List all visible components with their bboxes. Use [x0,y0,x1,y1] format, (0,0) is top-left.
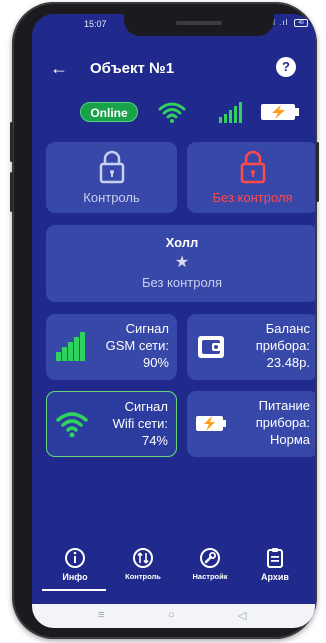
active-tab-indicator [42,589,106,591]
arm-control-label: Контроль [83,190,140,205]
nav-settings[interactable]: Настройк [179,547,241,595]
balance-line2: прибора: [255,338,310,353]
volume-button [10,122,13,162]
system-navigation-bar: ≡ ○ ◁ [32,604,315,628]
signal-bars-icon [56,332,85,361]
wifi-value: 74% [141,433,168,448]
power-line1: Питание [258,398,310,413]
disarm-control-label: Без контроля [212,190,293,205]
bottom-nav: Инфо Контроль Настройк Архив [32,539,315,601]
phone-frame: 15:07 Sil .ıl 40 ← Объект №1 ? Online Ко… [10,2,319,639]
zone-name: Холл [165,235,199,250]
arrows-cycle-icon [133,548,153,568]
battery-charging-icon [196,416,226,431]
gsm-line1: Сигнал [125,321,169,336]
nav-settings-label: Настройк [192,572,228,581]
menu-icon[interactable]: ≡ [98,609,104,621]
wrench-icon [200,548,220,568]
wifi-signal-text: Сигнал Wifi сети: 74% [113,398,168,449]
home-icon[interactable]: ○ [168,609,175,621]
star-icon: ★ [174,254,190,271]
balance-value: 23.48р. [266,355,310,370]
volume-button [10,172,13,212]
balance-tile[interactable]: Баланс прибора: 23.48р. [187,314,315,380]
gsm-signal-tile[interactable]: Сигнал GSM сети: 90% [46,314,177,380]
zone-state: Без контроля [141,275,223,290]
archive-list-icon [267,548,283,568]
nav-control-label: Контроль [125,572,161,581]
nav-archive[interactable]: Архив [244,547,306,595]
camera-notch [124,14,274,36]
question-circle-icon[interactable]: ? [276,57,296,77]
online-badge: Online [80,102,138,122]
nav-archive-label: Архив [261,572,289,582]
nav-info[interactable]: Инфо [44,547,106,595]
gsm-line2: GSM сети: [105,338,169,353]
status-battery: 40 [294,19,308,27]
signal-bars-icon [219,102,242,123]
wifi-line2: Wifi сети: [112,416,168,431]
app-screen: 15:07 Sil .ıl 40 ← Объект №1 ? Online Ко… [32,14,315,628]
zone-card[interactable]: Холл ★ Без контроля [46,225,315,302]
balance-line1: Баланс [265,321,310,336]
status-indicators: Online [32,98,315,128]
battery-charging-icon [261,104,299,120]
info-icon [65,548,85,568]
wallet-icon [198,336,224,358]
status-time: 15:07 [84,19,107,29]
nav-control[interactable]: Контроль [112,547,174,595]
wifi-signal-tile[interactable]: Сигнал Wifi сети: 74% [46,391,177,457]
arm-control-button[interactable]: Контроль [46,142,177,213]
gsm-signal-text: Сигнал GSM сети: 90% [106,320,169,371]
wifi-line1: Сигнал [124,399,168,414]
app-header: ← Объект №1 ? [32,54,315,84]
unlock-icon [240,150,266,184]
back-icon[interactable]: ◁ [238,609,246,622]
balance-text: Баланс прибора: 23.48р. [256,320,310,371]
power-button [316,142,319,202]
power-line2: прибора: [255,415,310,430]
power-tile[interactable]: Питание прибора: Норма [187,391,315,457]
page-title: Объект №1 [90,60,175,77]
power-text: Питание прибора: Норма [256,397,310,448]
lock-icon [99,150,125,184]
power-value: Норма [269,432,310,447]
gsm-value: 90% [142,355,169,370]
wifi-icon [158,102,186,123]
nav-info-label: Инфо [62,572,88,582]
speaker-grille [176,21,222,25]
arrow-left-icon[interactable]: ← [50,58,68,79]
wifi-icon [56,412,88,438]
disarm-control-button[interactable]: Без контроля [187,142,315,213]
